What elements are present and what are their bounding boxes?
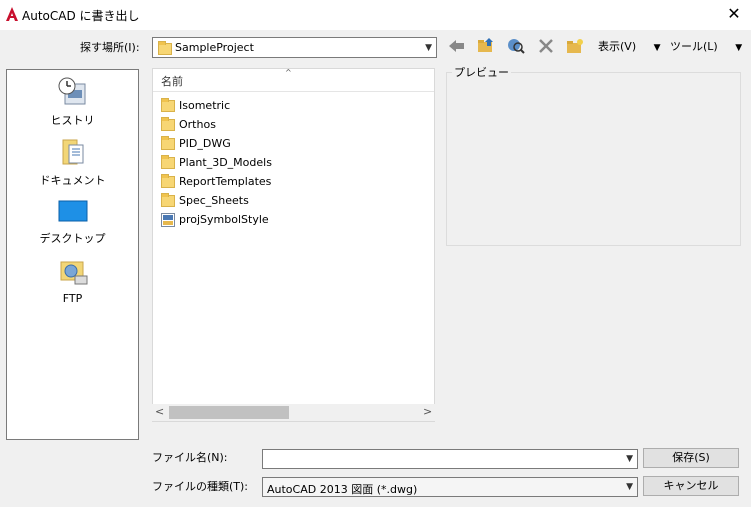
folder-icon [161,173,175,188]
list-item[interactable]: Spec_Sheets [161,191,249,210]
chevron-down-icon: ▼ [735,43,743,53]
folder-icon [161,154,175,169]
search-web-button[interactable] [506,36,526,56]
up-folder-button[interactable] [476,36,496,56]
place-desktop[interactable]: デスクトップ [7,198,138,246]
tools-menu-button[interactable]: ツール(L) ▼ [670,38,742,54]
chevron-down-icon: ▼ [653,43,661,53]
list-item[interactable]: Plant_3D_Models [161,153,272,172]
column-header-label: 名前 [161,75,183,88]
lookin-label: 探す場所(I): [80,41,140,54]
scrollbar-thumb[interactable] [169,406,289,419]
cancel-button[interactable]: キャンセル [643,476,739,496]
new-folder-icon [567,39,583,53]
column-header-name[interactable]: 名前 ^ [153,68,434,92]
history-icon [58,77,85,105]
lookin-value: SampleProject [175,41,254,54]
list-item[interactable]: Isometric [161,96,230,115]
folder-icon [161,116,175,131]
folder-icon [161,192,175,207]
sort-asc-icon: ^ [285,68,292,77]
file-list[interactable]: 名前 ^ Isometric Orthos PID_DWG Plant_3D_M… [152,68,435,422]
file-name: Spec_Sheets [179,194,249,207]
place-ftp[interactable]: FTP [7,256,138,305]
view-menu-label: 表示(V) [598,40,637,53]
save-button[interactable]: 保存(S) [643,448,739,468]
file-name: Plant_3D_Models [179,156,272,169]
chevron-down-icon: ▼ [425,42,432,53]
desktop-icon [58,200,87,222]
up-folder-icon [478,38,493,52]
list-item[interactable]: projSymbolStyle [161,210,269,229]
folder-icon [158,41,172,55]
preview-group [446,72,741,246]
filetype-value: AutoCAD 2013 図面 (*.dwg) [267,483,418,496]
new-folder-button[interactable] [565,36,585,56]
place-documents[interactable]: ドキュメント [7,136,138,188]
filetype-label: ファイルの種類(T): [152,480,249,493]
dwg-file-icon [161,212,175,227]
place-history[interactable]: ヒストリ [7,76,138,128]
back-button[interactable] [447,36,467,56]
scroll-right-icon[interactable]: > [423,405,432,418]
autocad-logo-icon [6,7,18,21]
chevron-down-icon: ▼ [626,454,633,464]
folder-icon [161,135,175,150]
lookin-combo[interactable]: SampleProject ▼ [152,37,437,58]
ftp-icon [60,261,87,285]
places-bar: ヒストリ ドキュメント デスクトップ FTP [6,69,139,440]
file-name: Orthos [179,118,216,131]
scroll-left-icon[interactable]: < [155,405,164,418]
horizontal-scrollbar[interactable]: < > [152,404,435,421]
preview-label: プレビュー [452,64,511,80]
title-bar: AutoCAD に書き出し ✕ [0,0,751,30]
list-item[interactable]: Orthos [161,115,216,134]
file-name: PID_DWG [179,137,231,150]
list-item[interactable]: PID_DWG [161,134,231,153]
filetype-select[interactable]: AutoCAD 2013 図面 (*.dwg) ▼ [262,477,638,497]
back-arrow-icon [449,40,464,52]
delete-icon [539,39,553,53]
tools-menu-label: ツール(L) [670,40,718,53]
place-label: ドキュメント [39,174,106,187]
place-label: デスクトップ [39,232,106,245]
filename-input[interactable]: ▼ [262,449,638,469]
folder-icon [161,97,175,112]
window-title: AutoCAD に書き出し [22,9,140,23]
delete-button[interactable] [536,36,556,56]
search-web-icon [508,39,525,54]
close-button[interactable]: ✕ [723,3,745,25]
chevron-down-icon: ▼ [626,482,633,492]
file-name: ReportTemplates [179,175,272,188]
list-item[interactable]: ReportTemplates [161,172,271,191]
documents-icon [62,139,83,165]
file-name: Isometric [179,99,231,112]
place-label: FTP [62,292,83,305]
view-menu-button[interactable]: 表示(V) ▼ [598,38,661,54]
filename-label: ファイル名(N): [152,451,228,464]
place-label: ヒストリ [50,114,95,127]
file-name: projSymbolStyle [179,213,269,226]
